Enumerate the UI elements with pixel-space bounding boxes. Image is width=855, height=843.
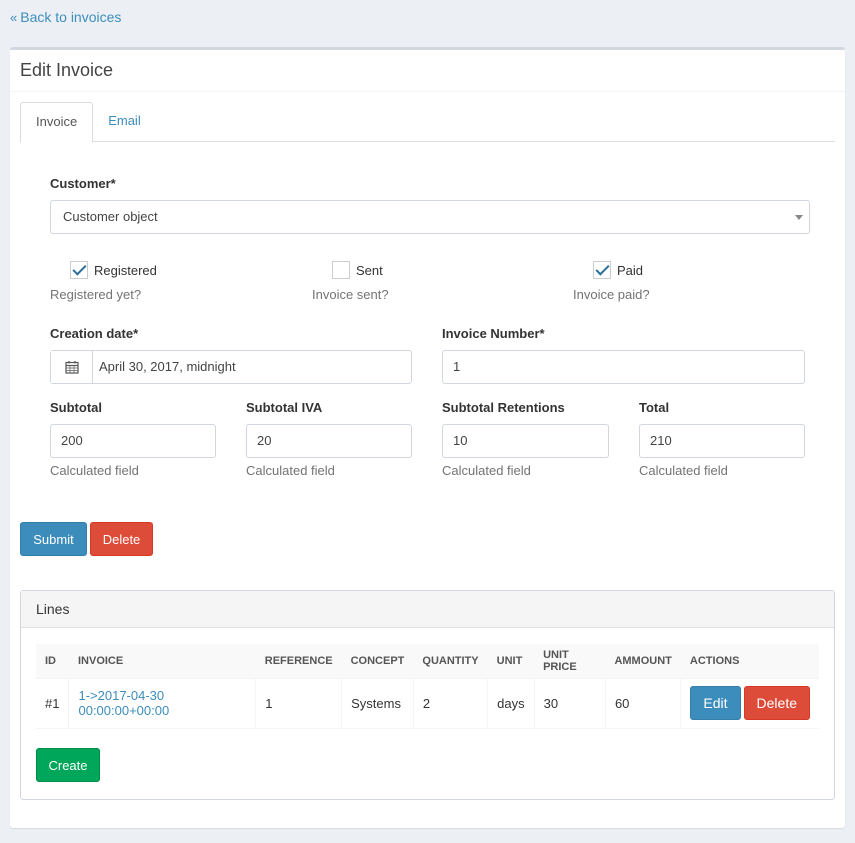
sent-checkbox[interactable] bbox=[332, 261, 350, 279]
cell-quantity: 2 bbox=[413, 678, 489, 729]
cell-unit: days bbox=[487, 678, 535, 729]
col-header-reference: REFERENCE bbox=[255, 644, 342, 679]
cell-id: #1 bbox=[36, 678, 70, 729]
lines-panel-title: Lines bbox=[21, 591, 834, 628]
table-row: #1 1->2017-04-30 00:00:00+00:00 1 System… bbox=[36, 678, 819, 729]
total-input[interactable]: 210 bbox=[639, 424, 805, 458]
invoice-number-input[interactable]: 1 bbox=[442, 350, 805, 384]
paid-label: Paid bbox=[617, 262, 644, 278]
subtotal-iva-help: Calculated field bbox=[246, 463, 335, 478]
subtotal-help: Calculated field bbox=[50, 463, 139, 478]
subtotal-iva-label: Subtotal IVA bbox=[246, 400, 323, 415]
col-header-invoice: INVOICE bbox=[68, 644, 256, 679]
delete-invoice-button[interactable]: Delete bbox=[90, 522, 153, 556]
registered-checkbox-row: Registered bbox=[70, 261, 157, 279]
customer-label: Customer* bbox=[50, 176, 116, 191]
cell-reference: 1 bbox=[255, 678, 343, 729]
paid-checkbox[interactable] bbox=[593, 261, 611, 279]
creation-date-field[interactable]: April 30, 2017, midnight bbox=[50, 350, 412, 384]
col-header-unit: UNIT bbox=[487, 644, 535, 679]
box-header: Edit Invoice bbox=[10, 50, 845, 92]
col-header-id: ID bbox=[36, 644, 69, 679]
creation-date-label: Creation date* bbox=[50, 326, 139, 341]
double-chevron-left-icon: « bbox=[10, 9, 18, 25]
sent-label: Sent bbox=[356, 262, 383, 278]
cell-invoice-link[interactable]: 1->2017-04-30 00:00:00+00:00 bbox=[68, 678, 257, 729]
cell-ammount: 60 bbox=[605, 678, 682, 729]
subtotal-retentions-label: Subtotal Retentions bbox=[442, 400, 565, 415]
create-line-button[interactable]: Create bbox=[36, 748, 100, 782]
registered-help: Registered yet? bbox=[50, 287, 142, 302]
lines-table: ID INVOICE REFERENCE CONCEPT QUANTITY UN… bbox=[36, 644, 819, 729]
total-help: Calculated field bbox=[639, 463, 728, 478]
subtotal-retentions-help: Calculated field bbox=[442, 463, 531, 478]
page-title: Edit Invoice bbox=[20, 60, 114, 80]
edit-line-button[interactable]: Edit bbox=[690, 686, 741, 720]
back-to-invoices-link[interactable]: « Back to invoices bbox=[10, 9, 121, 25]
col-header-unit-price: UNIT PRICE bbox=[534, 644, 606, 679]
cell-concept: Systems bbox=[341, 678, 414, 729]
registered-checkbox[interactable] bbox=[70, 261, 88, 279]
invoice-number-label: Invoice Number* bbox=[442, 326, 545, 341]
col-header-ammount: AMMOUNT bbox=[605, 644, 681, 679]
tab-invoice[interactable]: Invoice bbox=[20, 102, 94, 143]
registered-label: Registered bbox=[94, 262, 157, 278]
caret-down-icon bbox=[795, 215, 803, 220]
cell-actions: Edit Delete bbox=[680, 678, 819, 729]
cell-unit-price: 30 bbox=[534, 678, 606, 729]
col-header-quantity: QUANTITY bbox=[413, 644, 488, 679]
tab-bar: Invoice Email bbox=[20, 102, 835, 143]
col-header-concept: CONCEPT bbox=[341, 644, 414, 679]
sent-checkbox-row: Sent bbox=[332, 261, 383, 279]
submit-button[interactable]: Submit bbox=[20, 522, 87, 556]
calendar-icon[interactable] bbox=[51, 351, 93, 383]
table-header-row: ID INVOICE REFERENCE CONCEPT QUANTITY UN… bbox=[36, 644, 819, 679]
delete-line-button[interactable]: Delete bbox=[743, 686, 810, 720]
creation-date-value: April 30, 2017, midnight bbox=[99, 359, 236, 374]
paid-help: Invoice paid? bbox=[573, 287, 650, 302]
row-actions: Edit Delete bbox=[690, 686, 810, 720]
tab-email[interactable]: Email bbox=[93, 102, 156, 142]
edit-invoice-box: Edit Invoice Invoice Email Customer* Cus… bbox=[10, 47, 845, 828]
subtotal-retentions-input[interactable]: 10 bbox=[442, 424, 609, 458]
subtotal-iva-input[interactable]: 20 bbox=[246, 424, 412, 458]
paid-checkbox-row: Paid bbox=[593, 261, 643, 279]
sent-help: Invoice sent? bbox=[312, 287, 389, 302]
lines-panel: Lines ID INVOICE REFERENCE CONCEPT QUANT… bbox=[20, 590, 835, 800]
customer-select[interactable]: Customer object bbox=[50, 200, 810, 234]
back-link-label: Back to invoices bbox=[20, 9, 122, 25]
col-header-actions: ACTIONS bbox=[680, 644, 819, 679]
total-label: Total bbox=[639, 400, 670, 415]
subtotal-input[interactable]: 200 bbox=[50, 424, 216, 458]
subtotal-label: Subtotal bbox=[50, 400, 102, 415]
customer-select-value: Customer object bbox=[63, 209, 158, 224]
